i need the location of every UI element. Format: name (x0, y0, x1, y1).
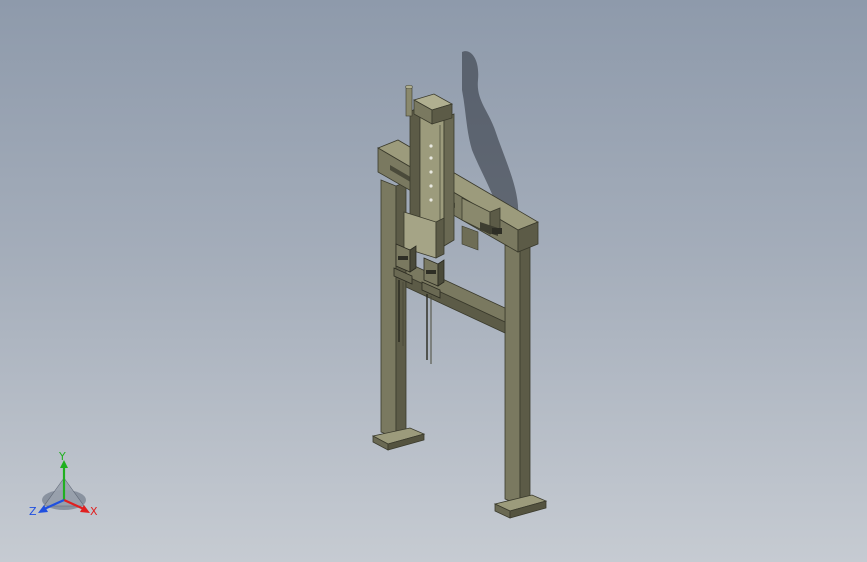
cad-viewport[interactable]: Y X Z (0, 0, 867, 562)
y-axis-label: Y (58, 450, 66, 463)
z-axis-label: Z (29, 505, 37, 518)
axis-triad[interactable]: Y X Z (29, 450, 98, 518)
right-gripper (421, 257, 445, 364)
model-canvas[interactable]: Y X Z (0, 0, 867, 562)
lower-crossbar (405, 261, 506, 334)
x-axis-label: X (90, 505, 98, 518)
machine-model[interactable] (371, 84, 548, 519)
right-leg (493, 244, 548, 519)
